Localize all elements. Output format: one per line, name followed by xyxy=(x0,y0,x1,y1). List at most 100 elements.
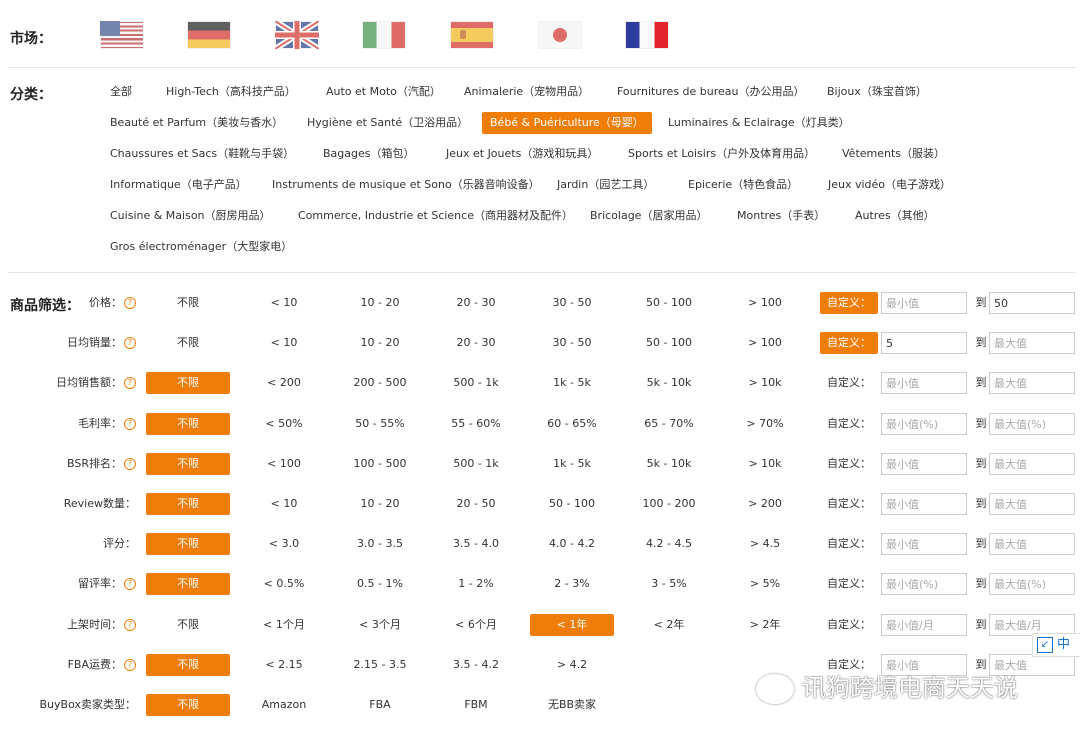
filter-option[interactable]: 60 - 65% xyxy=(530,413,614,435)
filter-option[interactable]: 50 - 100 xyxy=(627,292,711,314)
help-icon[interactable]: ? xyxy=(124,297,136,309)
fr-flag-icon[interactable] xyxy=(625,21,669,49)
min-value-input[interactable] xyxy=(881,292,967,314)
filter-option[interactable]: > 100 xyxy=(723,332,807,354)
filter-option[interactable]: 4.0 - 4.2 xyxy=(530,533,614,555)
category-all[interactable]: 全部 xyxy=(110,81,132,103)
filter-option[interactable]: 200 - 500 xyxy=(338,372,422,394)
filter-option[interactable]: 3.5 - 4.0 xyxy=(434,533,518,555)
min-value-input[interactable] xyxy=(881,493,967,515)
category-bebe[interactable]: Bébé & Puériculture（母婴） xyxy=(482,112,652,134)
filter-option[interactable]: 2 - 3% xyxy=(530,573,614,595)
category-jeux-video[interactable]: Jeux vidéo（电子游戏） xyxy=(828,174,951,196)
jp-flag-icon[interactable] xyxy=(538,21,582,49)
filter-option[interactable]: 不限 xyxy=(146,413,230,435)
filter-option[interactable]: 3 - 5% xyxy=(627,573,711,595)
filter-option[interactable]: 1 - 2% xyxy=(434,573,518,595)
filter-option[interactable]: 不限 xyxy=(146,533,230,555)
filter-option[interactable]: 50 - 55% xyxy=(338,413,422,435)
filter-option[interactable]: Amazon xyxy=(242,694,326,716)
filter-option[interactable]: < 50% xyxy=(242,413,326,435)
max-value-input[interactable] xyxy=(989,292,1075,314)
category-auto-moto[interactable]: Auto et Moto（汽配） xyxy=(326,81,441,103)
filter-option[interactable]: > 2年 xyxy=(723,614,807,636)
uk-flag-icon[interactable] xyxy=(275,21,319,49)
min-value-input[interactable] xyxy=(881,453,967,475)
filter-option[interactable]: 65 - 70% xyxy=(627,413,711,435)
filter-option[interactable]: 0.5 - 1% xyxy=(338,573,422,595)
filter-option[interactable]: 30 - 50 xyxy=(530,292,614,314)
category-bijoux[interactable]: Bijoux（珠宝首饰） xyxy=(827,81,927,103)
filter-option[interactable]: 3.5 - 4.2 xyxy=(434,654,518,676)
es-flag-icon[interactable] xyxy=(450,21,494,49)
min-value-input[interactable] xyxy=(881,413,967,435)
filter-option[interactable]: 500 - 1k xyxy=(434,372,518,394)
filter-option[interactable]: 3.0 - 3.5 xyxy=(338,533,422,555)
filter-option[interactable]: 20 - 50 xyxy=(434,493,518,515)
de-flag-icon[interactable] xyxy=(187,21,231,49)
filter-option[interactable]: < 2.15 xyxy=(242,654,326,676)
filter-option[interactable]: > 5% xyxy=(723,573,807,595)
filter-option[interactable]: < 200 xyxy=(242,372,326,394)
filter-option[interactable]: 不限 xyxy=(146,694,230,716)
filter-option[interactable]: 1k - 5k xyxy=(530,372,614,394)
category-jardin[interactable]: Jardin（园艺工具） xyxy=(557,174,654,196)
filter-option[interactable]: 100 - 200 xyxy=(627,493,711,515)
filter-option[interactable]: 2.15 - 3.5 xyxy=(338,654,422,676)
it-flag-icon[interactable] xyxy=(362,21,406,49)
max-value-input[interactable] xyxy=(989,453,1075,475)
filter-option[interactable]: > 200 xyxy=(723,493,807,515)
filter-option[interactable]: 5k - 10k xyxy=(627,453,711,475)
max-value-input[interactable] xyxy=(989,332,1075,354)
category-sports[interactable]: Sports et Loisirs（户外及体育用品） xyxy=(628,143,815,165)
category-jeux-jouets[interactable]: Jeux et Jouets（游戏和玩具） xyxy=(446,143,598,165)
filter-option[interactable]: 不限 xyxy=(146,453,230,475)
filter-option[interactable]: 50 - 100 xyxy=(627,332,711,354)
category-animalerie[interactable]: Animalerie（宠物用品） xyxy=(464,81,589,103)
filter-option[interactable]: 不限 xyxy=(146,614,230,636)
category-cuisine[interactable]: Cuisine & Maison（厨房用品） xyxy=(110,205,271,227)
category-epicerie[interactable]: Epicerie（特色食品） xyxy=(688,174,798,196)
min-value-input[interactable] xyxy=(881,533,967,555)
filter-option[interactable]: < 3个月 xyxy=(338,614,422,636)
filter-option[interactable]: 50 - 100 xyxy=(530,493,614,515)
filter-option[interactable]: < 10 xyxy=(242,292,326,314)
help-icon[interactable]: ? xyxy=(124,377,136,389)
min-value-input[interactable] xyxy=(881,573,967,595)
category-hygiene[interactable]: Hygiène et Santé（卫浴用品） xyxy=(307,112,468,134)
filter-option[interactable]: < 3.0 xyxy=(242,533,326,555)
filter-option[interactable]: < 0.5% xyxy=(242,573,326,595)
category-bagages[interactable]: Bagages（箱包） xyxy=(323,143,415,165)
filter-option[interactable]: 不限 xyxy=(146,654,230,676)
filter-option[interactable]: 不限 xyxy=(146,332,230,354)
filter-option[interactable]: < 2年 xyxy=(627,614,711,636)
max-value-input[interactable] xyxy=(989,573,1075,595)
filter-option[interactable]: 不限 xyxy=(146,573,230,595)
min-value-input[interactable] xyxy=(881,332,967,354)
category-luminaires[interactable]: Luminaires & Eclairage（灯具类） xyxy=(668,112,850,134)
min-value-input[interactable] xyxy=(881,372,967,394)
help-icon[interactable]: ? xyxy=(124,578,136,590)
help-icon[interactable]: ? xyxy=(124,619,136,631)
filter-option[interactable]: 4.2 - 4.5 xyxy=(627,533,711,555)
help-icon[interactable]: ? xyxy=(124,659,136,671)
language-widget[interactable]: ↙ 中 xyxy=(1032,633,1080,657)
category-vetements[interactable]: Vêtements（服装） xyxy=(842,143,945,165)
filter-option[interactable]: < 100 xyxy=(242,453,326,475)
filter-option[interactable]: < 10 xyxy=(242,332,326,354)
category-montres[interactable]: Montres（手表） xyxy=(737,205,825,227)
filter-option[interactable]: 不限 xyxy=(146,493,230,515)
us-flag-icon[interactable] xyxy=(100,21,144,49)
category-autres[interactable]: Autres（其他） xyxy=(855,205,935,227)
category-chaussures[interactable]: Chaussures et Sacs（鞋靴与手袋） xyxy=(110,143,294,165)
filter-option[interactable]: FBA xyxy=(338,694,422,716)
help-icon[interactable]: ? xyxy=(124,418,136,430)
category-instruments[interactable]: Instruments de musique et Sono（乐器音响设备） xyxy=(272,174,540,196)
category-fournitures[interactable]: Fournitures de bureau（办公用品） xyxy=(617,81,805,103)
filter-option[interactable]: < 6个月 xyxy=(434,614,518,636)
max-value-input[interactable] xyxy=(989,372,1075,394)
category-commerce[interactable]: Commerce, Industrie et Science（商用器材及配件） xyxy=(298,205,573,227)
filter-option[interactable]: 55 - 60% xyxy=(434,413,518,435)
filter-option[interactable]: > 70% xyxy=(723,413,807,435)
category-informatique[interactable]: Informatique（电子产品） xyxy=(110,174,247,196)
